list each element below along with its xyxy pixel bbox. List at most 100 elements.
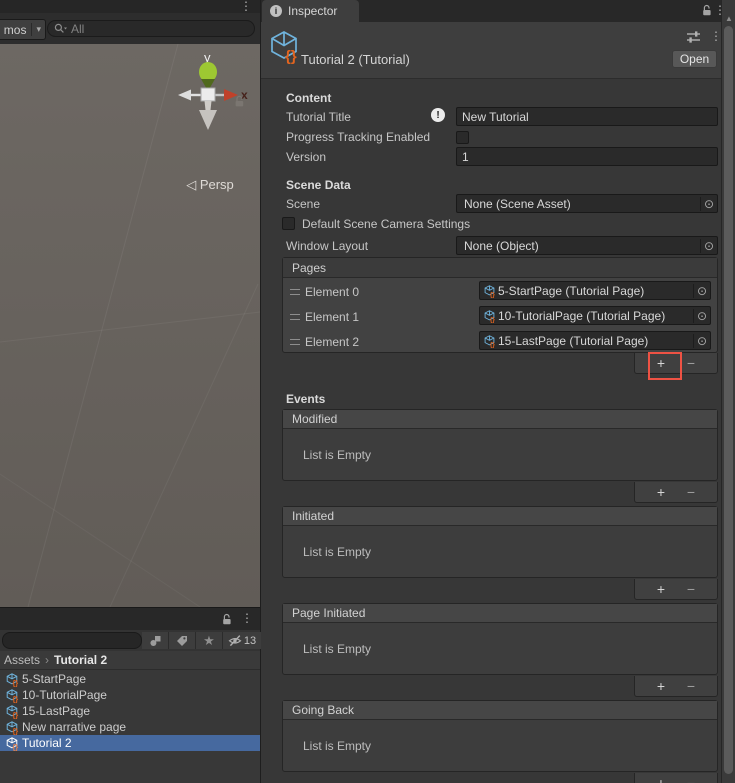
star-icon: ★ (203, 633, 215, 649)
initiated-add-button[interactable]: + (646, 580, 676, 599)
asset-row-new-narrative-page[interactable]: {} New narrative page (0, 719, 260, 735)
tab-inspector[interactable]: i Inspector (262, 0, 359, 22)
gizmo-center-cube[interactable] (201, 88, 215, 101)
event-list-initiated: Initiated List is Empty (282, 506, 718, 578)
drag-handle-icon[interactable] (290, 314, 300, 320)
gizmos-dropdown[interactable]: mos ▾ (0, 19, 46, 40)
svg-text:{}: {} (285, 48, 297, 65)
inspector-header: {} Tutorial 2 (Tutorial) ⋮ (261, 22, 721, 79)
page-initiated-add-button[interactable]: + (646, 677, 676, 696)
progress-tracking-checkbox[interactable] (456, 131, 469, 144)
persp-arrow-icon: ◁ (186, 177, 196, 192)
inspector-title: Tutorial 2 (Tutorial) (301, 52, 410, 67)
event-list-page-initiated-header[interactable]: Page Initiated (283, 604, 717, 623)
project-kebab-icon[interactable]: ⋮ (241, 612, 253, 624)
favorites-button[interactable]: ★ (196, 632, 222, 649)
scene-object-field[interactable]: None (Scene Asset) ⊙ (456, 194, 718, 213)
svg-text:{}: {} (490, 341, 495, 348)
window-layout-object-field[interactable]: None (Object) ⊙ (456, 236, 718, 255)
asset-row-5-startpage[interactable]: {} 5-StartPage (0, 671, 260, 687)
svg-text:{}: {} (490, 316, 495, 323)
initiated-remove-button[interactable]: − (676, 580, 706, 599)
gizmo-bottom-axis-cone[interactable] (199, 110, 217, 130)
asset-row-10-tutorialpage[interactable]: {} 10-TutorialPage (0, 687, 260, 703)
inspector-panel: i Inspector ⋮ {} Tutorial 2 (Tutorial) (261, 0, 721, 783)
gizmo-left-axis-cone[interactable] (178, 90, 191, 101)
project-panel: ⋮ (0, 608, 260, 783)
event-list-modified-header[interactable]: Modified (283, 410, 717, 429)
inspector-lock-icon[interactable] (701, 4, 713, 17)
tutorial-asset-icon: {} (269, 30, 299, 60)
scene-viewport[interactable]: y x ◁ Persp (0, 44, 260, 607)
inspector-scrollbar[interactable]: ▲ (721, 0, 735, 783)
page-initiated-remove-button[interactable]: − (676, 677, 706, 696)
lock-icon[interactable] (233, 95, 246, 108)
filter-by-type-button[interactable] (142, 632, 168, 649)
project-toolbar: ★ 13 (0, 630, 260, 651)
pages-element-0-object-field[interactable]: {} 5-StartPage (Tutorial Page) ⊙ (479, 281, 711, 300)
event-list-initiated-header[interactable]: Initiated (283, 507, 717, 526)
version-label: Version (286, 150, 326, 164)
object-picker-icon[interactable]: ⊙ (700, 197, 717, 211)
going-back-remove-button[interactable]: − (676, 774, 706, 783)
asset-row-tutorial-2[interactable]: {} Tutorial 2 (0, 735, 260, 751)
localization-warning-icon[interactable]: ! (431, 108, 445, 122)
going-back-add-button[interactable]: + (646, 774, 676, 783)
scrollbar-thumb[interactable] (724, 26, 733, 774)
modified-remove-button[interactable]: − (676, 483, 706, 502)
hidden-packages-toggle[interactable]: 13 (223, 632, 261, 649)
hidden-packages-count: 13 (244, 635, 256, 647)
filter-by-label-button[interactable] (169, 632, 195, 649)
section-header-content: Content (286, 91, 331, 105)
tag-icon (176, 635, 188, 647)
pages-element-0-row[interactable]: Element 0 {} 5-StartPage (Tutorial Page)… (283, 280, 717, 304)
pages-list-header[interactable]: Pages (283, 258, 717, 278)
project-search-input[interactable] (2, 632, 142, 649)
drag-handle-icon[interactable] (290, 289, 300, 295)
tutorial-title-field[interactable]: New Tutorial (456, 107, 718, 126)
section-header-events: Events (286, 392, 325, 406)
breadcrumb-current[interactable]: Tutorial 2 (54, 653, 107, 667)
scene-label: Scene (286, 197, 320, 211)
scriptable-object-icon: {} (6, 673, 18, 685)
open-button[interactable]: Open (672, 50, 717, 68)
svg-text:{}: {} (12, 726, 18, 735)
object-picker-icon[interactable]: ⊙ (700, 239, 717, 253)
pages-element-1-object-field[interactable]: {} 10-TutorialPage (Tutorial Page) ⊙ (479, 306, 711, 325)
pages-element-2-object-field[interactable]: {} 15-LastPage (Tutorial Page) ⊙ (479, 331, 711, 350)
project-lock-icon[interactable] (221, 613, 233, 626)
object-picker-icon[interactable]: ⊙ (693, 334, 710, 348)
default-scene-camera-checkbox[interactable] (282, 217, 295, 230)
version-field[interactable]: 1 (456, 147, 718, 166)
scene-panel: ⋮ mos ▾ All (0, 0, 261, 783)
svg-text:{}: {} (490, 291, 495, 298)
presets-button[interactable] (686, 29, 701, 44)
breadcrumb-assets[interactable]: Assets (4, 653, 40, 667)
persp-label[interactable]: ◁ Persp (168, 177, 252, 193)
pages-element-1-row[interactable]: Element 1 {} 10-TutorialPage (Tutorial P… (283, 305, 717, 329)
event-list-initiated-footer: + − (634, 579, 718, 600)
empty-list-text: List is Empty (303, 739, 371, 753)
asset-list: {} 5-StartPage {} 10-TutorialPage {} (0, 671, 260, 783)
pages-element-2-row[interactable]: Element 2 {} 15-LastPage (Tutorial Page)… (283, 330, 717, 354)
annotation-highlight-pages-add-button (648, 352, 682, 380)
event-list-going-back-header[interactable]: Going Back (283, 701, 717, 720)
scriptable-object-icon: {} (6, 721, 18, 733)
scene-pane-kebab-icon[interactable]: ⋮ (240, 0, 252, 12)
modified-add-button[interactable]: + (646, 483, 676, 502)
object-picker-icon[interactable]: ⊙ (693, 284, 710, 298)
scroll-up-icon[interactable]: ▲ (725, 14, 733, 23)
scene-toolbar: mos ▾ All (0, 13, 260, 44)
drag-handle-icon[interactable] (290, 339, 300, 345)
object-picker-icon[interactable]: ⊙ (693, 309, 710, 323)
filter-by-type-icon (149, 635, 162, 647)
event-list-going-back-footer: + − (634, 773, 718, 783)
asset-row-15-lastpage[interactable]: {} 15-LastPage (0, 703, 260, 719)
scene-search-input[interactable]: All (47, 20, 255, 37)
empty-list-text: List is Empty (303, 448, 371, 462)
progress-tracking-label: Progress Tracking Enabled (286, 130, 430, 144)
default-scene-camera-label: Default Scene Camera Settings (302, 217, 470, 231)
search-icon (54, 23, 67, 35)
tutorial-page-icon: {} (484, 285, 495, 296)
scene-search-placeholder: All (71, 22, 84, 36)
